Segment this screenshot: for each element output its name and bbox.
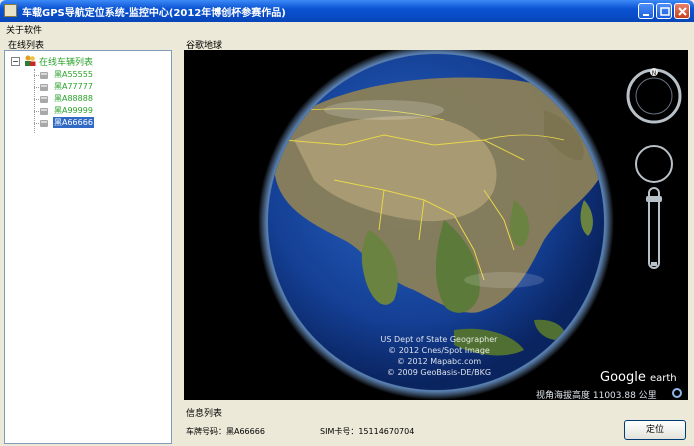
- vehicle-item[interactable]: 黑A99999: [34, 105, 159, 117]
- navigation-controls[interactable]: N: [624, 68, 684, 278]
- svg-text:N: N: [652, 70, 657, 77]
- google-earth-view[interactable]: N US Dept of State Geographer © 2012 Cne…: [184, 50, 688, 400]
- vehicle-item[interactable]: 黑A88888: [34, 93, 159, 105]
- map-copyright: US Dept of State Geographer © 2012 Cnes/…: [380, 335, 498, 377]
- vehicle-plate-label: 黑A77777: [54, 82, 93, 91]
- vehicle-plate-label: 黑A88888: [54, 94, 93, 103]
- vehicle-icon: [40, 120, 48, 127]
- tree-root-label: 在线车辆列表: [39, 58, 94, 68]
- vehicle-plate-label: 黑A66666: [53, 117, 94, 128]
- window-title: 车载GPS导航定位系统-监控中心(2012年博创杯参赛作品): [22, 8, 286, 19]
- streaming-status-icon: [672, 388, 682, 398]
- menu-bar: 关于软件: [0, 22, 694, 36]
- close-button[interactable]: [674, 3, 690, 19]
- altitude-readout: 视角海拔高度 11003.88 公里: [536, 391, 657, 400]
- users-group-icon: [25, 55, 36, 66]
- plate-number-field: 车牌号码：黑A66666: [186, 427, 265, 436]
- vehicle-tree[interactable]: − 在线车辆列表 黑A55555 黑A77777 黑A88888 黑A99999…: [4, 50, 172, 444]
- vehicle-plate-label: 黑A99999: [54, 106, 93, 115]
- title-bar: 车载GPS导航定位系统-监控中心(2012年博创杯参赛作品): [0, 0, 694, 22]
- info-panel-title: 信息列表: [186, 409, 223, 419]
- maximize-icon: [660, 7, 670, 16]
- vehicle-item[interactable]: 黑A55555: [34, 69, 159, 81]
- locate-button[interactable]: 定位: [624, 420, 686, 440]
- vehicle-icon: [40, 96, 48, 103]
- vehicle-item[interactable]: 黑A77777: [34, 81, 159, 93]
- map-panel: 谷歌地球 N US Dept of State Geographer © 201…: [180, 38, 690, 404]
- app-icon: [4, 4, 17, 17]
- minimize-button[interactable]: [638, 3, 654, 19]
- close-icon: [678, 7, 687, 16]
- google-earth-logo: Google earth: [600, 370, 677, 385]
- menu-about[interactable]: 关于软件: [6, 23, 42, 36]
- minimize-icon: [643, 14, 649, 16]
- online-list-panel: 在线列表 − 在线车辆列表 黑A55555 黑A77777 黑A88888 黑A…: [4, 38, 176, 444]
- vehicle-plate-label: 黑A55555: [54, 70, 93, 79]
- info-panel: 信息列表 车牌号码：黑A66666 SIM卡号：15114670704 定位: [180, 404, 690, 444]
- maximize-button[interactable]: [656, 3, 672, 19]
- vehicle-item-selected[interactable]: 黑A66666: [34, 117, 159, 129]
- vehicle-icon: [40, 84, 48, 91]
- sim-number-field: SIM卡号：15114670704: [320, 427, 415, 436]
- vehicle-icon: [40, 72, 48, 79]
- vehicle-icon: [40, 108, 48, 115]
- collapse-icon[interactable]: −: [11, 57, 20, 66]
